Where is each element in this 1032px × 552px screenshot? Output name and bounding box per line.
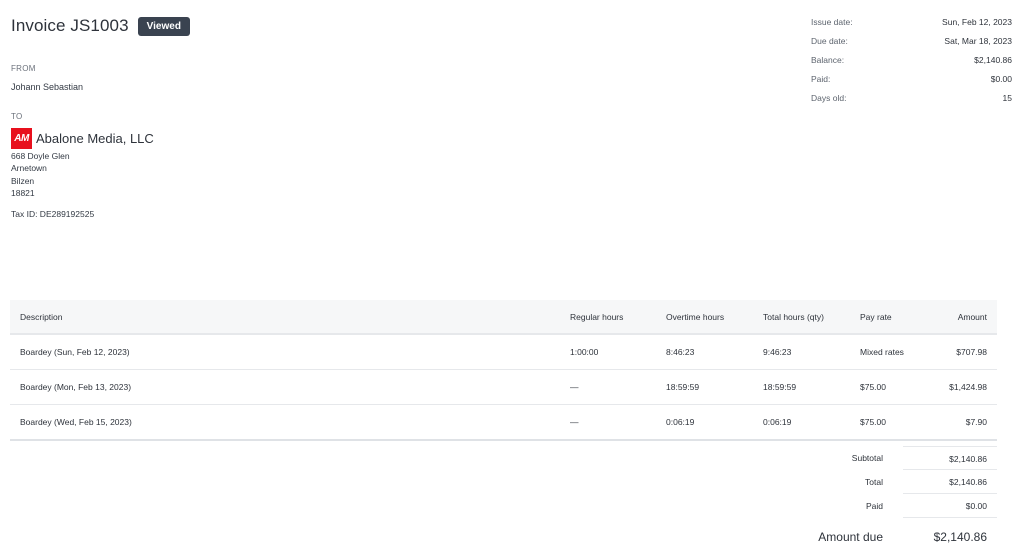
meta-row-issue-date: Issue date: Sun, Feb 12, 2023: [811, 14, 1012, 33]
meta-value: $0.00: [990, 74, 1012, 84]
address-line: 668 Doyle Glen: [11, 151, 70, 161]
totals-key: Subtotal: [851, 453, 883, 463]
totals-value: $0.00: [903, 494, 997, 518]
address-line: Bilzen: [11, 175, 35, 186]
totals-key: Total: [865, 477, 883, 487]
row-overtime-hours: 0:06:19: [666, 417, 695, 427]
table-row[interactable]: Boardey (Sun, Feb 12, 2023) 1:00:00 8:46…: [10, 335, 997, 370]
row-description: Boardey (Sun, Feb 12, 2023): [20, 347, 130, 357]
column-header-description[interactable]: Description: [20, 312, 63, 322]
meta-row-due-date: Due date: Sat, Mar 18, 2023: [811, 33, 1012, 52]
row-regular-hours: —: [570, 417, 579, 427]
row-total-hours: 18:59:59: [763, 382, 797, 392]
amount-due-label: Amount due: [818, 530, 883, 544]
meta-value: Sun, Feb 12, 2023: [942, 17, 1012, 27]
client-line: AM Abalone Media, LLC: [11, 128, 154, 149]
totals-row-total: Total $2,140.86: [800, 470, 997, 494]
table-header: Description Regular hours Overtime hours…: [10, 300, 997, 335]
totals-value: $2,140.86: [903, 446, 997, 470]
from-label: FROM: [11, 64, 36, 73]
meta-key: Issue date:: [811, 17, 853, 27]
column-header-pay-rate[interactable]: Pay rate: [860, 312, 892, 322]
invoice-header: Invoice JS1003 Viewed: [11, 16, 190, 36]
table-row[interactable]: Boardey (Mon, Feb 13, 2023) — 18:59:59 1…: [10, 370, 997, 405]
row-description: Boardey (Wed, Feb 15, 2023): [20, 417, 132, 427]
table-row[interactable]: Boardey (Wed, Feb 15, 2023) — 0:06:19 0:…: [10, 405, 997, 441]
to-label: TO: [11, 112, 23, 121]
client-address: 668 Doyle Glen Arnetown Bilzen 18821: [11, 150, 70, 200]
meta-value: $2,140.86: [974, 55, 1012, 65]
row-regular-hours: —: [570, 382, 579, 392]
row-total-hours: 0:06:19: [763, 417, 792, 427]
meta-key: Paid:: [811, 74, 831, 84]
meta-key: Balance:: [811, 55, 845, 65]
tax-id: Tax ID: DE289192525: [11, 209, 95, 219]
row-pay-rate: Mixed rates: [860, 347, 904, 357]
row-amount: $7.90: [965, 417, 987, 427]
column-header-overtime-hours[interactable]: Overtime hours: [666, 312, 724, 322]
row-total-hours: 9:46:23: [763, 347, 792, 357]
meta-value: Sat, Mar 18, 2023: [944, 36, 1012, 46]
line-items-table: Description Regular hours Overtime hours…: [10, 300, 997, 441]
meta-value: 15: [1002, 93, 1012, 103]
totals-key: Paid: [865, 501, 883, 511]
totals-value: $2,140.86: [903, 470, 997, 494]
column-header-total-hours[interactable]: Total hours (qty): [763, 312, 824, 322]
amount-due-value: $2,140.86: [933, 530, 987, 544]
row-overtime-hours: 18:59:59: [666, 382, 700, 392]
row-overtime-hours: 8:46:23: [666, 347, 695, 357]
row-amount: $707.98: [956, 347, 987, 357]
from-name: Johann Sebastian: [11, 82, 84, 92]
meta-row-paid: Paid: $0.00: [811, 71, 1012, 90]
meta-key: Due date:: [811, 36, 848, 46]
address-line: 18821: [11, 188, 35, 199]
meta-row-balance: Balance: $2,140.86: [811, 52, 1012, 71]
row-amount: $1,424.98: [949, 382, 987, 392]
totals-section: Subtotal $2,140.86 Total $2,140.86 Paid …: [800, 446, 997, 552]
totals-row-subtotal: Subtotal $2,140.86: [800, 446, 997, 470]
row-regular-hours: 1:00:00: [570, 347, 599, 357]
amount-due-row: Amount due $2,140.86: [800, 522, 997, 552]
meta-row-days-old: Days old: 15: [811, 90, 1012, 109]
page-title: Invoice JS1003: [11, 16, 129, 35]
column-header-regular-hours[interactable]: Regular hours: [570, 312, 623, 322]
row-description: Boardey (Mon, Feb 13, 2023): [20, 382, 132, 392]
client-company-name: Abalone Media, LLC: [36, 131, 154, 146]
status-badge: Viewed: [137, 16, 190, 36]
row-pay-rate: $75.00: [860, 382, 886, 392]
meta-key: Days old:: [811, 93, 847, 103]
totals-row-paid: Paid $0.00: [800, 494, 997, 518]
row-pay-rate: $75.00: [860, 417, 886, 427]
company-logo: AM: [11, 128, 32, 149]
column-header-amount[interactable]: Amount: [958, 312, 987, 322]
address-line: Arnetown: [11, 163, 47, 174]
invoice-meta: Issue date: Sun, Feb 12, 2023 Due date: …: [811, 14, 1012, 109]
